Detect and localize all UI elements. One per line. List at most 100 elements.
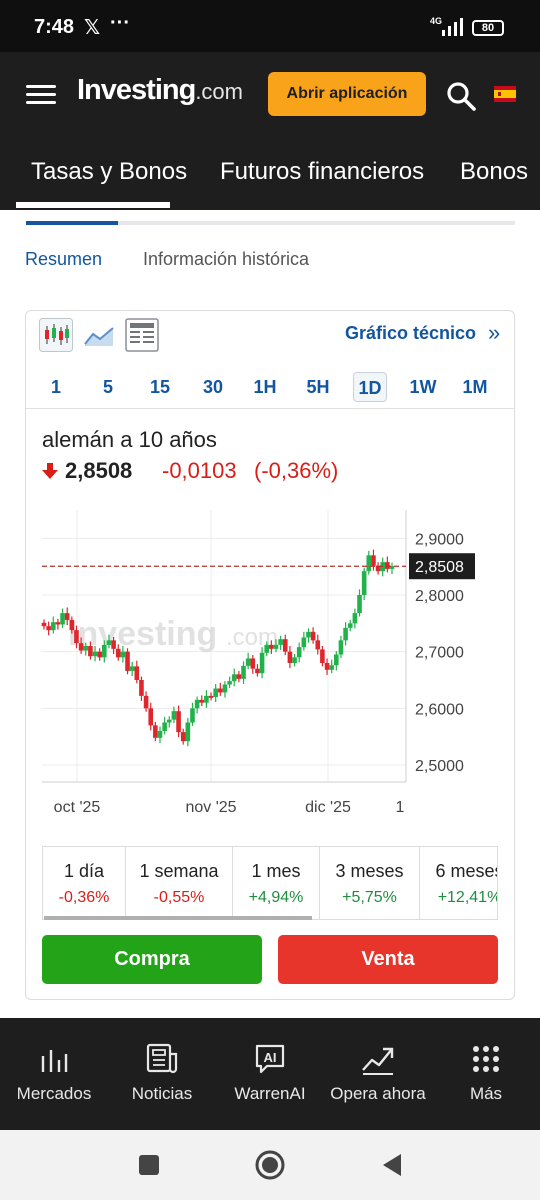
interval-1[interactable]: 1 <box>39 372 73 402</box>
candle-body <box>324 663 330 670</box>
candle-body <box>55 622 61 625</box>
candle-body <box>338 640 344 655</box>
card-divider <box>26 408 514 409</box>
candle-body <box>120 651 126 658</box>
candle-body <box>269 644 274 649</box>
x-tick-label: 1 <box>396 799 405 816</box>
interval-1d[interactable]: 1D <box>353 372 387 402</box>
home-icon[interactable] <box>253 1148 287 1182</box>
price-chart[interactable]: Investing .com 2,90002,80002,70002,60002… <box>40 510 480 830</box>
nav-label: WarrenAI <box>234 1084 306 1103</box>
search-icon[interactable] <box>446 81 476 111</box>
x-app-icon: 𝕏 <box>84 17 101 39</box>
candle-body <box>176 711 181 733</box>
price-change: -0,0103 <box>162 458 237 483</box>
interval-30[interactable]: 30 <box>196 372 230 402</box>
candle-body <box>287 651 293 663</box>
area-chart-icon[interactable] <box>82 318 116 352</box>
recents-icon[interactable] <box>132 1148 166 1182</box>
interval-1m[interactable]: 1M <box>458 372 492 402</box>
candle-body <box>347 623 353 628</box>
candle-body <box>60 613 65 625</box>
candle-body <box>129 666 135 671</box>
arrow-down-icon <box>42 463 58 479</box>
x-tick-label: nov '25 <box>185 799 236 816</box>
candle-body <box>301 637 307 648</box>
period-cell[interactable]: 6 meses +12,41% <box>420 847 498 919</box>
candle-body <box>371 555 376 566</box>
period-cell[interactable]: 1 día -0,36% <box>43 847 126 919</box>
candle-body <box>255 668 260 674</box>
candle-body <box>153 725 158 738</box>
candle-body <box>92 651 98 657</box>
period-change: -0,36% <box>58 889 110 906</box>
candle-body <box>222 684 228 693</box>
period-scrollbar[interactable] <box>44 916 312 920</box>
more-notifications-icon: ··· <box>110 12 130 34</box>
news-icon <box>146 1043 178 1074</box>
tab-tasas-bonos[interactable]: Tasas y Bonos <box>31 158 187 186</box>
double-chevron-right-icon[interactable]: » <box>488 320 500 346</box>
candle-body <box>334 654 339 666</box>
y-tick-label: 2,5000 <box>415 758 464 775</box>
tab-bonos[interactable]: Bonos <box>460 158 528 186</box>
period-cell[interactable]: 1 semana -0,55% <box>126 847 233 919</box>
back-icon[interactable] <box>375 1148 409 1182</box>
candle-body <box>366 555 372 572</box>
candle-body <box>83 646 89 651</box>
tab-futuros-financieros[interactable]: Futuros financieros <box>220 158 424 186</box>
bar-chart-icon <box>41 1050 68 1072</box>
nav-label: Mercados <box>16 1084 92 1103</box>
candle-body <box>166 719 172 723</box>
hamburger-menu-icon[interactable] <box>26 85 56 105</box>
candle-body <box>190 708 195 723</box>
logo-main: Investing <box>77 74 196 106</box>
period-cell[interactable]: 1 mes +4,94% <box>233 847 320 919</box>
candle-body <box>139 680 144 696</box>
instrument-name: alemán a 10 años <box>42 427 217 452</box>
nav-opera-ahora[interactable]: Opera ahora <box>324 1040 432 1110</box>
sell-button[interactable]: Venta <box>278 935 498 984</box>
candle-body <box>74 630 79 644</box>
nav-mas[interactable]: Más <box>432 1040 540 1110</box>
interval-1w[interactable]: 1W <box>406 372 440 402</box>
interval-15[interactable]: 15 <box>143 372 177 402</box>
spain-flag-icon[interactable] <box>494 86 516 102</box>
battery-level: 80 <box>481 22 495 34</box>
candle-body <box>218 688 223 693</box>
candle-body <box>208 695 214 698</box>
nav-warrenai[interactable]: AI WarrenAI <box>216 1040 324 1110</box>
active-tab-indicator <box>16 202 170 208</box>
interval-1h[interactable]: 1H <box>248 372 282 402</box>
open-app-button[interactable]: Abrir aplicación <box>268 72 426 116</box>
investing-logo[interactable]: Investing.com <box>77 74 243 107</box>
technical-chart-link[interactable]: Gráfico técnico <box>345 323 476 344</box>
period-cell[interactable]: 3 meses +5,75% <box>320 847 420 919</box>
status-bar: 7:48 𝕏 ··· 4G 80 <box>0 0 540 52</box>
subtab-indicator <box>26 221 118 225</box>
interval-5[interactable]: 5 <box>91 372 125 402</box>
y-tick-label: 2,6000 <box>415 701 464 718</box>
nav-noticias[interactable]: Noticias <box>108 1040 216 1110</box>
candle-body <box>282 639 288 652</box>
candle-body <box>157 731 163 738</box>
candle-body <box>88 646 93 657</box>
table-view-icon[interactable] <box>125 318 159 352</box>
candle-body <box>171 711 177 720</box>
candlestick-icon[interactable] <box>39 318 73 352</box>
x-tick-label: oct '25 <box>54 799 101 816</box>
candle-body <box>315 640 321 650</box>
period-label: 6 meses <box>435 861 498 881</box>
buy-button[interactable]: Compra <box>42 935 262 984</box>
interval-5h[interactable]: 5H <box>301 372 335 402</box>
period-label: 1 mes <box>251 861 301 881</box>
candle-body <box>125 651 130 671</box>
candle-body <box>245 658 251 666</box>
candle-body <box>78 643 84 651</box>
period-change: +4,94% <box>248 889 304 906</box>
subtab-resumen[interactable]: Resumen <box>25 249 102 270</box>
candle-body <box>134 666 140 680</box>
ai-icon: AI <box>255 1044 285 1074</box>
nav-mercados[interactable]: Mercados <box>0 1040 108 1110</box>
subtab-informacion-historica[interactable]: Información histórica <box>143 249 309 270</box>
